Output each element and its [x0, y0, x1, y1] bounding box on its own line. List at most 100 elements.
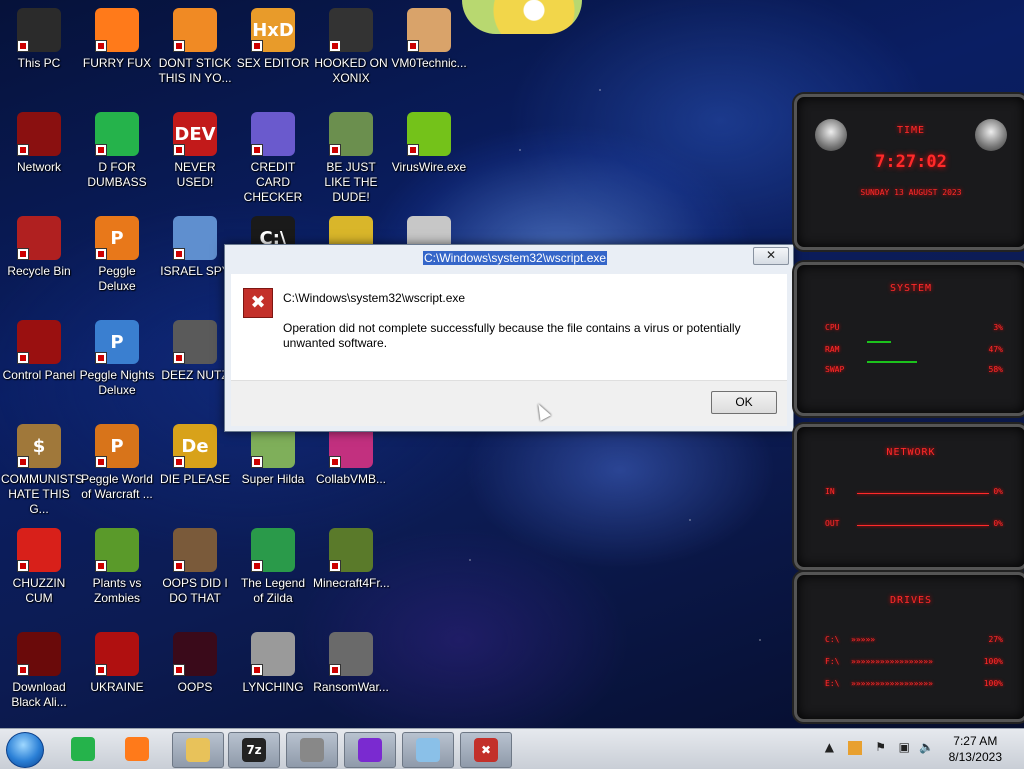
desktop-icon[interactable]: De DIE PLEASE: [156, 418, 234, 518]
start-button[interactable]: [6, 732, 44, 768]
desktop-icon[interactable]: VirusWire.exe: [390, 106, 468, 206]
desktop-icon[interactable]: Plants vs Zombies: [78, 522, 156, 622]
desktop-icon[interactable]: Network: [0, 106, 78, 206]
shortcut-arrow-icon: [173, 560, 185, 572]
action-center-flag-icon[interactable]: ⚑: [875, 740, 886, 754]
app-icon: [17, 632, 61, 676]
drive-value: 100%: [983, 679, 1003, 688]
wall-app[interactable]: [286, 732, 338, 768]
app-icon: [407, 112, 451, 156]
error-app[interactable]: ✖: [460, 732, 512, 768]
close-button[interactable]: ✕: [753, 247, 789, 265]
desktop-icon-label: RansomWar...: [313, 680, 389, 694]
desktop-icon[interactable]: LYNCHING: [234, 626, 312, 726]
desktop-icon[interactable]: VM0Technic...: [390, 2, 468, 102]
7zip-app[interactable]: 7z: [228, 732, 280, 768]
app-icon: [17, 112, 61, 156]
shortcut-arrow-icon: [17, 352, 29, 364]
cartoon-image: [462, 0, 582, 34]
desktop-icon[interactable]: RansomWar...: [312, 626, 390, 726]
desktop-icon[interactable]: HOOKED ON XONIX: [312, 2, 390, 102]
desktop-icon-label: VirusWire.exe: [391, 160, 467, 174]
firefox-app[interactable]: [112, 732, 162, 766]
desktop-icon[interactable]: CHUZZIN CUM: [0, 522, 78, 622]
network-gadget[interactable]: NETWORK IN 0% OUT 0%: [794, 424, 1024, 570]
desktop-icon[interactable]: BE JUST LIKE THE DUDE!: [312, 106, 390, 206]
app-icon: [95, 8, 139, 52]
desktop-icon[interactable]: CREDIT CARD CHECKER: [234, 106, 312, 206]
desktop-icon[interactable]: This PC: [0, 2, 78, 102]
net-in-value: 0%: [993, 487, 1003, 496]
desktop-icon[interactable]: HxD SEX EDITOR: [234, 2, 312, 102]
app-icon: [251, 632, 295, 676]
desktop-icon-label: VM0Technic...: [391, 56, 467, 70]
desktop-icon-label: Minecraft4Fr...: [313, 576, 390, 590]
volume-icon[interactable]: 🔈: [919, 740, 934, 754]
desktop-icon-label: Download Black Ali...: [11, 680, 67, 709]
app-icon: $: [17, 424, 61, 468]
mask-app[interactable]: [344, 732, 396, 768]
desktop-icon-label: COMMUNISTS HATE THIS G...: [1, 472, 83, 516]
notepad-app[interactable]: [58, 732, 108, 766]
desktop-icon[interactable]: P Peggle Nights Deluxe: [78, 314, 156, 414]
desktop-icon[interactable]: Minecraft4Fr...: [312, 522, 390, 622]
desktop-icon-label: OOPS DID I DO THAT: [162, 576, 228, 605]
tray-overflow-icon[interactable]: ▲: [825, 740, 834, 754]
desktop-icon[interactable]: DEEZ NUTZ: [156, 314, 234, 414]
drive-bar: »»»»»»»»»»»»»»»»»: [851, 679, 933, 688]
desktop-icon[interactable]: P Peggle Deluxe: [78, 210, 156, 310]
drive-label: C:\: [825, 635, 840, 644]
tray-app-icon[interactable]: [848, 741, 862, 755]
system-gadget[interactable]: SYSTEM CPU 3% RAM 47% SWAP 58%: [794, 262, 1024, 416]
desktop-icon-label: D FOR DUMBASS: [87, 160, 147, 189]
cpu-row: CPU 3%: [825, 323, 1003, 332]
desktop-icon[interactable]: Recycle Bin: [0, 210, 78, 310]
notebook-app[interactable]: [402, 732, 454, 768]
drive-value: 27%: [988, 635, 1003, 644]
desktop-icon[interactable]: ISRAEL SPY: [156, 210, 234, 310]
desktop-icon[interactable]: P Peggle World of Warcraft ...: [78, 418, 156, 518]
app-icon: [173, 320, 217, 364]
error-dialog: C:\Windows\system32\wscript.exe ✕ ✖ C:\W…: [224, 244, 794, 432]
notepad-app-icon: [71, 737, 95, 761]
time-gadget[interactable]: TIME 7:27:02 SUNDAY 13 AUGUST 2023: [794, 94, 1024, 250]
desktop-icon[interactable]: DEV NEVER USED!: [156, 106, 234, 206]
shortcut-arrow-icon: [173, 456, 185, 468]
net-in-graph: [857, 493, 989, 494]
desktop-icon[interactable]: D FOR DUMBASS: [78, 106, 156, 206]
gadget-time: 7:27:02: [875, 152, 947, 172]
network-icon[interactable]: ▣: [899, 740, 910, 754]
app-icon: [329, 112, 373, 156]
dialog-titlebar[interactable]: C:\Windows\system32\wscript.exe ✕: [225, 245, 793, 273]
desktop-icon-label: This PC: [17, 56, 61, 70]
desktop-icon[interactable]: OOPS: [156, 626, 234, 726]
desktop-icon[interactable]: Super Hilda: [234, 418, 312, 518]
desktop-icon-label: Plants vs Zombies: [92, 576, 142, 605]
app-icon: De: [173, 424, 217, 468]
desktop-icon-label: CREDIT CARD CHECKER: [243, 160, 303, 204]
desktop-icon[interactable]: UKRAINE: [78, 626, 156, 726]
desktop-icon[interactable]: Control Panel: [0, 314, 78, 414]
desktop-icon[interactable]: FURRY FUX: [78, 2, 156, 102]
shortcut-arrow-icon: [95, 456, 107, 468]
dialog-footer: OK: [231, 380, 787, 426]
app-icon: [251, 112, 295, 156]
ram-value: 47%: [988, 345, 1003, 354]
file-explorer-app[interactable]: [172, 732, 224, 768]
desktop-icon[interactable]: $ COMMUNISTS HATE THIS G...: [0, 418, 83, 518]
app-icon: P: [95, 216, 139, 260]
desktop-icon[interactable]: OOPS DID I DO THAT: [156, 522, 234, 622]
file-explorer-app-icon: [186, 738, 210, 762]
desktop-icon[interactable]: DONT STICK THIS IN YO...: [156, 2, 234, 102]
drives-gadget[interactable]: DRIVES C:\ »»»»» 27% F:\ »»»»»»»»»»»»»»»…: [794, 572, 1024, 722]
taskbar-clock[interactable]: 7:27 AM 8/13/2023: [949, 733, 1002, 765]
ok-button[interactable]: OK: [711, 391, 777, 414]
desktop-icon-label: The Legend of Zilda: [240, 576, 306, 605]
shortcut-arrow-icon: [95, 664, 107, 676]
shortcut-arrow-icon: [407, 40, 419, 52]
app-icon: [95, 528, 139, 572]
desktop-icon[interactable]: Download Black Ali...: [0, 626, 78, 726]
desktop-icon-label: Peggle Nights Deluxe: [79, 368, 155, 397]
desktop-icon[interactable]: The Legend of Zilda: [234, 522, 312, 622]
desktop-icon[interactable]: CollabVMB...: [312, 418, 390, 518]
